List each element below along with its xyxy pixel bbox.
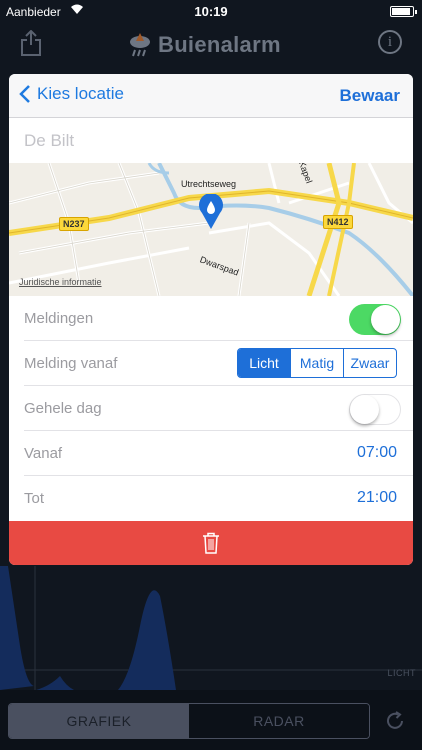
map-shield-n237: N237 <box>59 217 89 231</box>
to-time-label: Tot <box>24 490 45 507</box>
from-time-row[interactable]: Vanaf 07:00 <box>9 431 413 476</box>
notification-level-segment: Licht Matig Zwaar <box>237 348 397 378</box>
level-option-matig[interactable]: Matig <box>291 349 344 377</box>
rain-peak-3 <box>118 590 176 690</box>
all-day-label: Gehele dag <box>24 400 102 417</box>
rain-chart <box>0 566 422 690</box>
notifications-row: Meldingen <box>9 296 413 341</box>
map-road-label-1: Utrechtseweg <box>181 179 237 189</box>
tab-graph[interactable]: GRAFIEK <box>9 704 189 738</box>
status-time: 10:19 <box>194 4 228 19</box>
info-icon[interactable]: i <box>378 30 402 54</box>
logo-text: Buienalarm <box>158 32 281 57</box>
to-time-value[interactable]: 21:00 <box>357 489 397 507</box>
notification-level-row: Melding vanaf Licht Matig Zwaar <box>9 341 413 386</box>
battery-icon <box>390 6 417 17</box>
save-button[interactable]: Bewaar <box>340 86 400 106</box>
to-time-row[interactable]: Tot 21:00 <box>9 476 413 521</box>
view-segment-control: GRAFIEK RADAR <box>8 703 370 739</box>
notification-level-label: Melding vanaf <box>24 355 118 372</box>
location-settings-modal: Kies locatie Bewaar De Bilt Utrechtseweg… <box>9 74 413 565</box>
rain-level-label: LICHT <box>387 668 416 678</box>
notifications-toggle[interactable] <box>349 304 401 335</box>
from-time-value[interactable]: 07:00 <box>357 444 397 462</box>
location-map[interactable]: Utrechtseweg Dwarspad Kapel N237 N412 Ju… <box>9 163 413 296</box>
rain-peak-2 <box>36 676 74 690</box>
level-option-zwaar[interactable]: Zwaar <box>344 349 396 377</box>
trash-icon <box>203 532 219 554</box>
delete-location-button[interactable] <box>9 521 413 565</box>
rain-cloud-icon <box>130 33 150 57</box>
rain-peak-1 <box>0 566 34 690</box>
notifications-label: Meldingen <box>24 310 94 327</box>
app-header: Buienalarm i <box>0 24 422 64</box>
map-shield-n412: N412 <box>323 215 353 229</box>
map-legal-link[interactable]: Juridische informatie <box>19 277 102 287</box>
location-search-input[interactable] <box>9 118 413 163</box>
refresh-icon[interactable] <box>384 710 406 732</box>
app-logo: Buienalarm <box>128 30 281 60</box>
level-option-licht[interactable]: Licht <box>238 349 291 377</box>
from-time-label: Vanaf <box>24 445 63 462</box>
back-button[interactable]: Kies locatie <box>19 84 124 104</box>
chevron-left-icon <box>19 85 30 103</box>
location-pin-icon[interactable] <box>198 194 224 230</box>
tab-radar[interactable]: RADAR <box>189 704 369 738</box>
all-day-toggle[interactable] <box>349 394 401 425</box>
modal-nav-bar: Kies locatie Bewaar <box>9 74 413 118</box>
status-bar: Aanbieder 10:19 <box>0 0 422 24</box>
bottom-bar: GRAFIEK RADAR <box>0 690 422 750</box>
back-button-label: Kies locatie <box>37 84 124 103</box>
share-icon[interactable] <box>20 30 42 56</box>
all-day-row: Gehele dag <box>9 386 413 431</box>
